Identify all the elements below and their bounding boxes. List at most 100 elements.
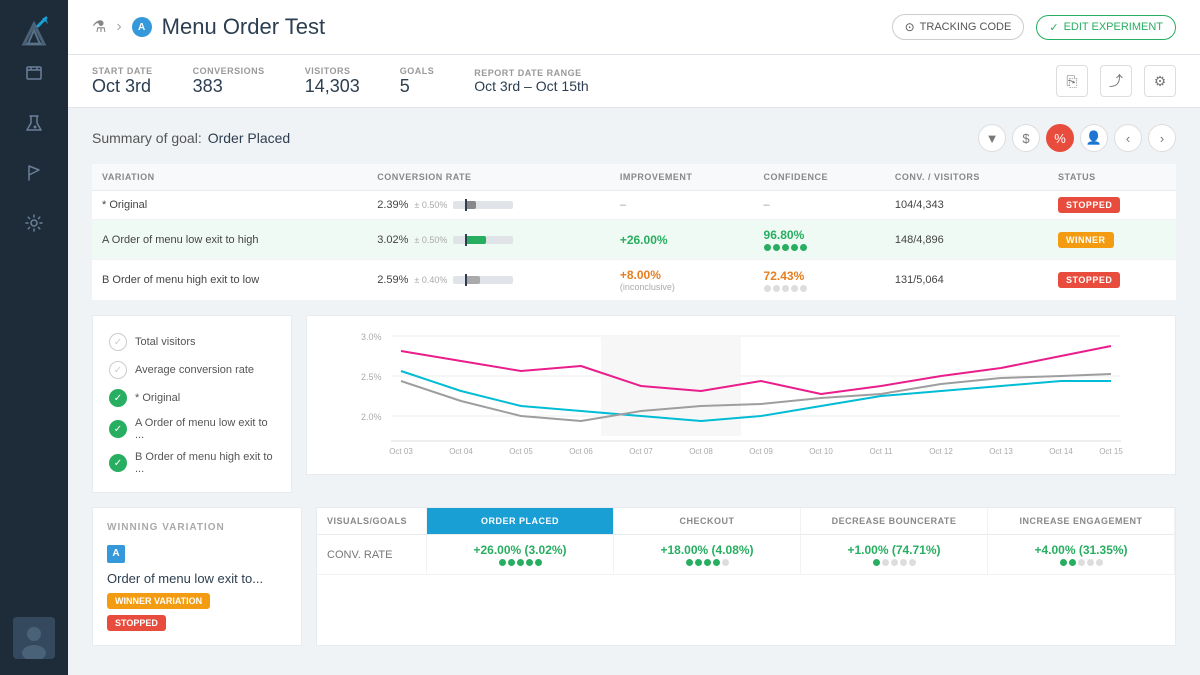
check-icon: ✓ <box>1049 21 1058 34</box>
copy-button[interactable]: ⎘ <box>1056 65 1088 97</box>
confidence-dot-2 <box>782 244 789 251</box>
legend-check: ✓ <box>109 389 127 407</box>
legend-label: Total visitors <box>135 336 196 348</box>
col-conversion-rate: CONVERSION RATE <box>367 164 610 191</box>
sidebar-item-settings[interactable] <box>13 202 55 244</box>
visitors-stat: VISITORS 14,303 <box>305 66 360 97</box>
legend-item[interactable]: ✓ Average conversion rate <box>105 356 279 384</box>
dot-1 <box>499 559 506 566</box>
summary-label: Summary of goal: <box>92 130 202 146</box>
goals-header: VISUALS/GOALS ORDER PLACED CHECKOUT DECR… <box>317 508 1175 535</box>
legend-label: A Order of menu low exit to ... <box>135 417 275 441</box>
confidence-cell: – <box>754 191 885 220</box>
svg-text:Oct 10: Oct 10 <box>809 447 833 456</box>
goals-label: GOALS <box>400 66 435 76</box>
conv-visitors: 104/4,343 <box>885 191 1048 220</box>
chart-legend: ✓ Total visitors ✓ Average conversion ra… <box>92 315 292 493</box>
conversions-stat: CONVERSIONS 383 <box>193 66 265 97</box>
conversions-label: CONVERSIONS <box>193 66 265 76</box>
goals-value: 5 <box>400 76 435 97</box>
improvement-cell: – <box>610 191 754 220</box>
rate-bar-marker <box>465 234 467 246</box>
svg-text:Oct 08: Oct 08 <box>689 447 713 456</box>
svg-text:2.0%: 2.0% <box>361 412 382 422</box>
goals-row-label: CONV. RATE <box>317 535 427 574</box>
page-title: Menu Order Test <box>162 14 325 40</box>
percent-button[interactable]: % <box>1046 124 1074 152</box>
start-date-value: Oct 3rd <box>92 76 153 97</box>
goals-col-increase-engagement[interactable]: INCREASE ENGAGEMENT <box>988 508 1175 535</box>
confidence-value: 96.80% <box>764 228 875 242</box>
visitors-label: VISITORS <box>305 66 360 76</box>
legend-item[interactable]: ✓ A Order of menu low exit to ... <box>105 412 279 446</box>
variation-name: A Order of menu low exit to high <box>92 220 367 260</box>
svg-text:Oct 13: Oct 13 <box>989 447 1013 456</box>
engagement-value: +4.00% (31.35%) <box>1034 543 1127 557</box>
settings-button[interactable]: ⚙ <box>1144 65 1176 97</box>
status-cell: STOPPED <box>1048 260 1176 301</box>
sidebar-item-experiments[interactable] <box>13 102 55 144</box>
svg-text:Oct 11: Oct 11 <box>870 447 894 456</box>
legend-item[interactable]: ✓ B Order of menu high exit to ... <box>105 446 279 480</box>
order-placed-dots <box>499 559 542 566</box>
goals-col-checkout[interactable]: CHECKOUT <box>614 508 801 535</box>
dot-4 <box>526 559 533 566</box>
conversion-rate: 2.39% ± 0.50% <box>367 191 610 220</box>
dot-2 <box>1069 559 1076 566</box>
legend-item[interactable]: ✓ Total visitors <box>105 328 279 356</box>
goals-col-decrease-bounce[interactable]: DECREASE BOUNCERATE <box>801 508 988 535</box>
svg-text:Oct 06: Oct 06 <box>569 447 593 456</box>
tracking-code-button[interactable]: ⊙ TRACKING CODE <box>892 14 1025 40</box>
conv-visitors: 148/4,896 <box>885 220 1048 260</box>
legend-label: B Order of menu high exit to ... <box>135 451 275 475</box>
prev-button[interactable]: ‹ <box>1114 124 1142 152</box>
edit-experiment-button[interactable]: ✓ EDIT EXPERIMENT <box>1036 15 1176 40</box>
stats-bar: START DATE Oct 3rd CONVERSIONS 383 VISIT… <box>68 55 1200 108</box>
dot-3 <box>517 559 524 566</box>
dot-3 <box>891 559 898 566</box>
next-button[interactable]: › <box>1148 124 1176 152</box>
goals-col-order-placed[interactable]: ORDER PLACED <box>427 508 614 535</box>
user-avatar[interactable] <box>13 617 55 659</box>
col-variation: VARIATION <box>92 164 367 191</box>
dot-1 <box>1060 559 1067 566</box>
dot-3 <box>1078 559 1085 566</box>
sidebar-item-flags[interactable] <box>13 152 55 194</box>
table-row[interactable]: * Original 2.39% ± 0.50% – – 104/4,343 S… <box>92 191 1176 220</box>
table-row[interactable]: B Order of menu high exit to low 2.59% ±… <box>92 260 1176 301</box>
svg-text:Oct 15: Oct 15 <box>1099 447 1123 456</box>
dollar-button[interactable]: $ <box>1012 124 1040 152</box>
col-conv-visitors: CONV. / VISITORS <box>885 164 1048 191</box>
share-button[interactable]: ⤴ <box>1100 65 1132 97</box>
sidebar-item-files[interactable] <box>13 52 55 94</box>
svg-text:Oct 07: Oct 07 <box>629 447 653 456</box>
rate-text: 2.59% <box>377 274 408 286</box>
svg-text:Oct 04: Oct 04 <box>449 447 473 456</box>
person-button[interactable]: 👤 <box>1080 124 1108 152</box>
stats-action-buttons: ⎘ ⤴ ⚙ <box>1056 65 1176 97</box>
winning-variation-panel: WINNING VARIATION A Order of menu low ex… <box>92 507 302 646</box>
svg-text:3.0%: 3.0% <box>361 332 382 342</box>
dot-2 <box>508 559 515 566</box>
dot-5 <box>722 559 729 566</box>
legend-check: ✓ <box>109 420 127 438</box>
filter-button[interactable]: ▼ <box>978 124 1006 152</box>
col-confidence: CONFIDENCE <box>754 164 885 191</box>
page-header: ⚗ › A Menu Order Test ⊙ TRACKING CODE ✓ … <box>68 0 1200 55</box>
improvement-value: – <box>620 199 626 211</box>
svg-text:Oct 09: Oct 09 <box>749 447 773 456</box>
header-actions: ⊙ TRACKING CODE ✓ EDIT EXPERIMENT <box>892 14 1176 40</box>
edit-label: EDIT EXPERIMENT <box>1064 21 1163 33</box>
confidence-dot-1 <box>773 244 780 251</box>
table-row[interactable]: A Order of menu low exit to high 3.02% ±… <box>92 220 1176 260</box>
dot-2 <box>695 559 702 566</box>
date-range-stat: REPORT DATE RANGE Oct 3rd – Oct 15th <box>474 68 588 94</box>
summary-actions: ▼ $ % 👤 ‹ › <box>978 124 1176 152</box>
app-logo <box>16 16 52 52</box>
rate-margin: ± 0.50% <box>414 200 447 210</box>
conversions-value: 383 <box>193 76 265 97</box>
improvement-sub: (inconclusive) <box>620 282 744 292</box>
legend-check: ✓ <box>109 454 127 472</box>
conv-visitors: 131/5,064 <box>885 260 1048 301</box>
legend-item[interactable]: ✓ * Original <box>105 384 279 412</box>
